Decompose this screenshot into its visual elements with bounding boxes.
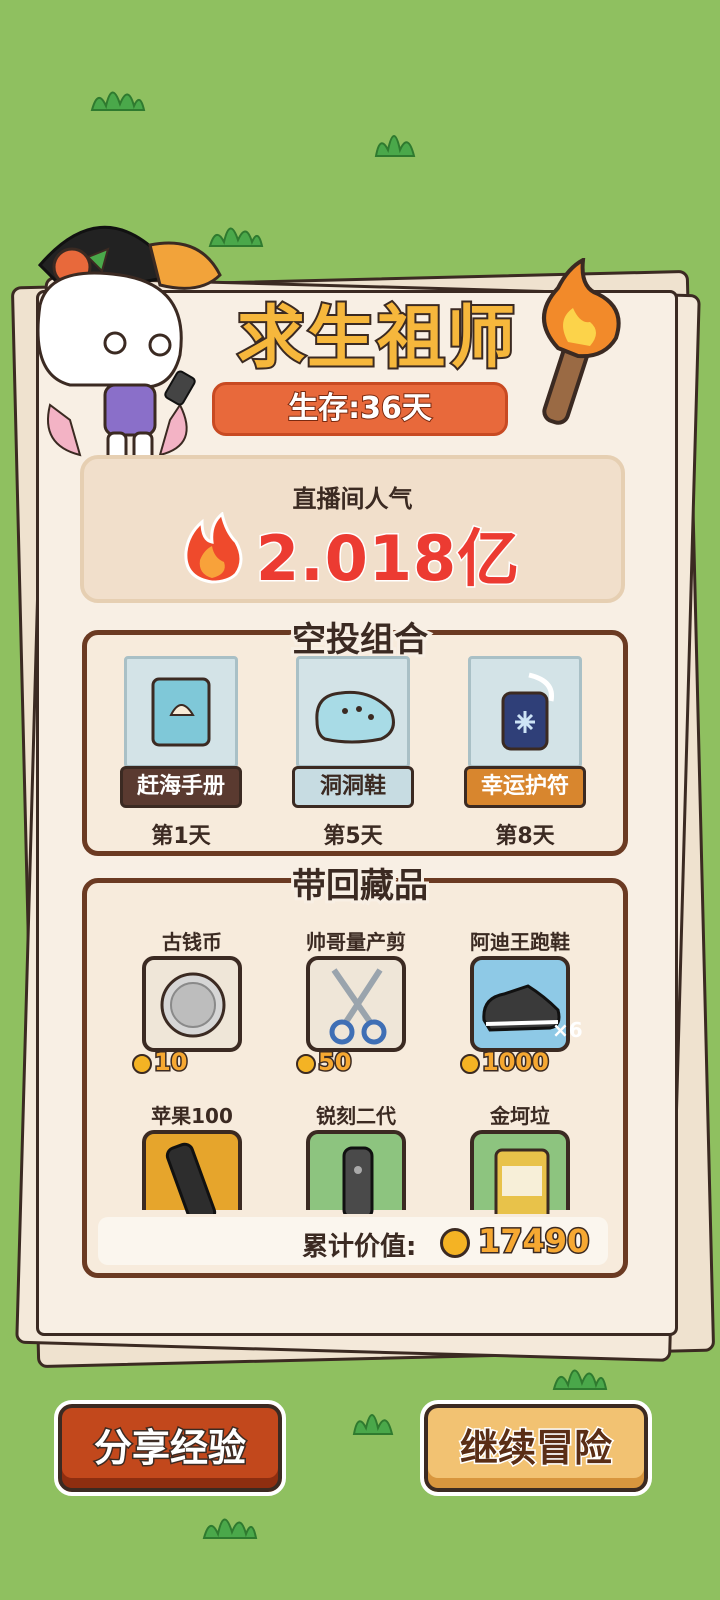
airdrop-item-day: 第8天 (495, 824, 555, 849)
collection-item-card[interactable] (142, 956, 242, 1052)
collection-item-card[interactable] (470, 1130, 570, 1214)
book-icon (151, 677, 211, 747)
collection-item-price: 50 (316, 1047, 352, 1078)
airdrop-section-title: 空投组合 (289, 617, 431, 663)
coin-icon (296, 1054, 316, 1074)
fertilizer-bag-icon (494, 1148, 550, 1214)
collection-item-name: 阿迪王跑鞋 (470, 930, 570, 954)
collection-item-name: 锐刻二代 (316, 1104, 396, 1128)
share-experience-button[interactable]: 分享经验 (54, 1400, 286, 1496)
airdrop-card (468, 656, 582, 768)
collection-item-name: 古钱币 (162, 930, 222, 954)
collection-item-name: 苹果100 (151, 1104, 233, 1128)
airdrop-item-label: 赶海手册 (120, 766, 242, 808)
airdrop-item-day: 第1天 (151, 824, 211, 849)
coin-icon (440, 1228, 470, 1258)
airdrop-item-label: 洞洞鞋 (292, 766, 414, 808)
character-avatar (36, 225, 222, 485)
clog-shoe-icon (315, 690, 395, 744)
phone-icon (165, 1142, 217, 1214)
ancient-coin-icon (160, 972, 226, 1038)
collection-item-card[interactable] (306, 1130, 406, 1214)
collection-item-price: 10 (152, 1047, 188, 1078)
airdrop-item-day: 第5天 (323, 824, 383, 849)
grass-tuft-icon (90, 91, 146, 111)
grass-tuft-icon (552, 1369, 608, 1390)
charm-icon (501, 672, 555, 751)
collection-section-title: 带回藏品 (289, 863, 431, 909)
grass-tuft-icon (352, 1414, 394, 1435)
airdrop-card (296, 656, 410, 768)
collection-item-price: 1000 (481, 1047, 551, 1078)
coin-icon (132, 1054, 152, 1074)
popularity-value: 2.018亿 (254, 521, 521, 597)
vape-device-icon (342, 1146, 374, 1214)
continue-adventure-button[interactable]: 继续冒险 (420, 1400, 652, 1496)
scissors-icon (329, 968, 387, 1045)
grass-tuft-icon (202, 1518, 258, 1539)
collection-item-card[interactable] (306, 956, 406, 1052)
collection-item-name: 帅哥量产剪 (306, 930, 406, 954)
collection-item-name: 金坷垃 (490, 1104, 550, 1128)
item-quantity-badge: ×6 (552, 1018, 583, 1042)
airdrop-card (124, 656, 238, 768)
airdrop-item-label: 幸运护符 (464, 766, 586, 808)
grass-tuft-icon (374, 135, 416, 157)
torch-icon (542, 258, 621, 425)
survival-days-badge: 生存:36天 (212, 382, 508, 436)
page-title: 求生祖师 (235, 297, 517, 380)
total-value-label: 累计价值: (302, 1232, 417, 1262)
coin-icon (460, 1054, 480, 1074)
fire-icon (184, 512, 243, 584)
total-value-amount: 17490 (476, 1221, 590, 1262)
collection-item-card[interactable] (142, 1130, 242, 1214)
